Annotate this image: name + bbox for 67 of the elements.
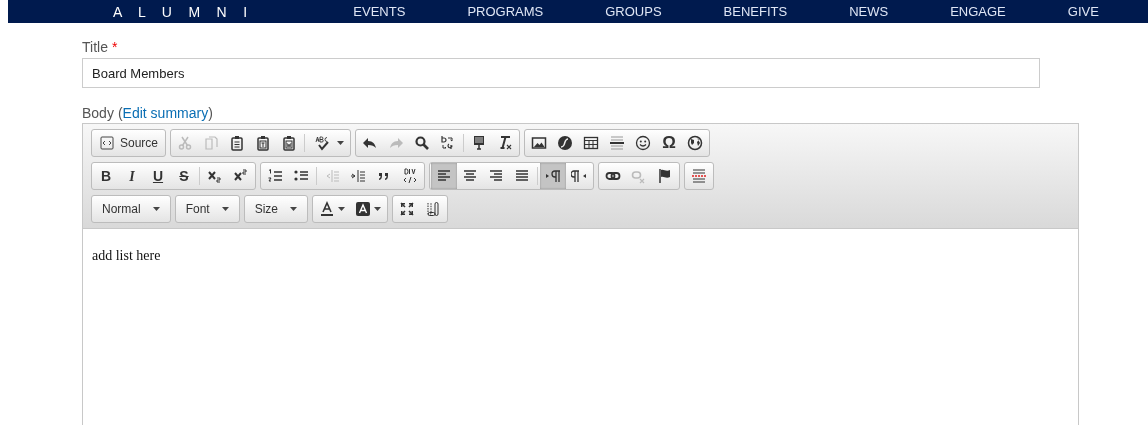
dropdown-value: Font (185, 201, 210, 218)
edit-summary-link[interactable]: Edit summary (122, 104, 209, 122)
page-break-icon (691, 168, 707, 184)
clipboard-w-icon (281, 135, 298, 151)
maximize-icon (399, 201, 416, 217)
caret-icon (338, 207, 346, 211)
copy-icon (203, 135, 220, 151)
paren: ) (208, 104, 213, 122)
clipboard-t-icon (255, 135, 272, 151)
format-button[interactable]: S (171, 163, 197, 189)
indent-icon (350, 168, 366, 184)
right-to-left-icon (571, 168, 587, 184)
nav-link[interactable]: GIVE (1067, 5, 1099, 18)
paren: ( (117, 104, 123, 122)
format-button[interactable]: Ω (656, 130, 683, 156)
image-icon (531, 135, 548, 151)
format-dropdown[interactable]: Font (174, 195, 240, 223)
format-button[interactable]: B (93, 163, 119, 189)
show-blocks-icon (425, 201, 442, 217)
nav-link[interactable]: BENEFITS (723, 5, 788, 18)
toolbar-button[interactable] (540, 163, 566, 189)
source-label: Source (120, 135, 159, 152)
background-color-icon (355, 201, 372, 217)
format-button[interactable]: U (145, 163, 171, 189)
redo-icon (388, 135, 405, 151)
div-container-icon (402, 168, 418, 184)
nav-link[interactable]: NEWS (849, 5, 889, 18)
nav-link[interactable]: ENGAGE (950, 5, 1006, 18)
smiley-icon (635, 135, 652, 151)
dropdown-value: Normal (102, 201, 141, 218)
code-icon (99, 135, 115, 151)
horizontal-line-icon (609, 135, 626, 151)
field-label: Title (82, 38, 108, 56)
numbered-list-icon (267, 168, 283, 184)
outdent-icon (324, 168, 340, 184)
nav-link[interactable]: PROGRAMS (467, 5, 544, 18)
caret-icon (290, 207, 298, 211)
justify-icon (514, 168, 530, 184)
required-mark: * (111, 38, 118, 56)
field-label: Body (82, 104, 114, 122)
flag-icon (657, 168, 673, 184)
source-button[interactable]: Source (93, 130, 165, 156)
scissors-icon (177, 135, 194, 151)
caret-icon (221, 207, 229, 211)
caret-icon (152, 207, 160, 211)
align-right-icon (488, 168, 504, 184)
caret-icon (337, 141, 345, 145)
left-to-right-icon (545, 168, 561, 184)
format-button[interactable]: I (119, 163, 145, 189)
clipboard-icon (229, 135, 246, 151)
site-logo[interactable]: A L U M N I (113, 2, 254, 21)
text-color-icon (319, 201, 336, 217)
title-input[interactable]: Board Members (82, 58, 1040, 88)
align-left-icon (436, 168, 452, 184)
format-dropdown[interactable]: Normal (91, 195, 171, 223)
search-icon (414, 135, 431, 151)
editor-content-area[interactable]: add list here (82, 229, 1079, 425)
nav-link[interactable]: EVENTS (353, 5, 406, 18)
body-text: add list here (92, 247, 162, 265)
table-icon (583, 135, 600, 151)
caret-icon (374, 207, 382, 211)
flash-icon (557, 135, 574, 151)
dropdown-value: Size (254, 201, 279, 218)
format-dropdown[interactable]: Size (243, 195, 309, 223)
nav-link[interactable]: GROUPS (605, 5, 662, 18)
unlink-icon (631, 168, 647, 184)
align-center-icon (462, 168, 478, 184)
